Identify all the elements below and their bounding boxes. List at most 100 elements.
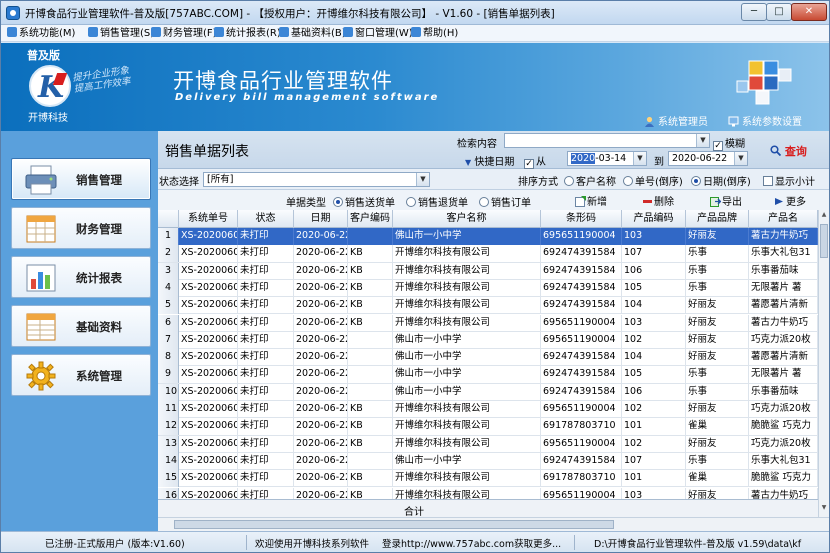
scroll-up-icon[interactable]: ▲: [820, 211, 828, 222]
cell-date: 2020-06-22: [294, 452, 348, 470]
table-row[interactable]: 1XS-202006011未打印2020-06-22 佛山市一小中学6956511…: [158, 228, 818, 246]
sidebar-item-system[interactable]: 系统管理: [11, 354, 151, 396]
sidebar-item-finance[interactable]: 财务管理: [11, 207, 151, 249]
sidebar-item-reports[interactable]: 统计报表: [11, 256, 151, 298]
settings-link[interactable]: 系统参数设置: [728, 113, 802, 128]
cell-date: 2020-06-22: [294, 366, 348, 384]
cell-status: 未打印: [238, 435, 294, 453]
menu-sales[interactable]: 销售管理(S): [88, 26, 154, 41]
fuzzy-checkbox[interactable]: ✓ 模糊: [713, 135, 745, 151]
more-button[interactable]: 更多: [774, 193, 806, 208]
quick-date-selector[interactable]: ▼ 快捷日期: [465, 153, 514, 168]
vertical-scrollbar[interactable]: ▲ ▼: [818, 210, 829, 517]
column-header-date[interactable]: 日期: [294, 210, 348, 228]
cell-product-code: 101: [622, 470, 686, 488]
from-date-picker[interactable]: 2020-03-14 ▼: [567, 151, 647, 166]
doc-type-sales-order[interactable]: 销售订单: [479, 194, 531, 209]
doc-type-sales-return[interactable]: 销售退货单: [406, 194, 468, 209]
sidebar-item-sales[interactable]: 销售管理: [11, 158, 151, 200]
calendar-dropdown-icon[interactable]: ▼: [734, 152, 747, 165]
calendar-dropdown-icon[interactable]: ▼: [633, 152, 646, 165]
menu-finance[interactable]: 财务管理(F): [151, 26, 217, 41]
cell-customer-name: 佛山市一小中学: [393, 452, 541, 470]
menu-reports[interactable]: 统计报表(R): [214, 26, 281, 41]
column-header-customer-code[interactable]: 客户编码: [348, 210, 393, 228]
cell-customer-code: KB: [348, 262, 393, 280]
table-row[interactable]: 12XS-202006005未打印2020-06-22KB开博维尔科技有限公司6…: [158, 418, 818, 436]
column-header-order-number[interactable]: 系统单号: [179, 210, 238, 228]
cell-product-brand: 好丽友: [686, 228, 749, 245]
menu-help[interactable]: 帮助(H): [411, 26, 458, 41]
table-row[interactable]: 4XS-202006005未打印2020-06-22KB开博维尔科技有限公司69…: [158, 279, 818, 298]
menu-system[interactable]: 系统功能(M): [7, 26, 75, 41]
horizontal-scroll-thumb[interactable]: [174, 520, 614, 529]
search-dropdown-icon[interactable]: ▼: [696, 134, 709, 147]
table-row[interactable]: 10XS-202006011未打印2020-06-22 佛山市一小中学692474…: [158, 383, 818, 401]
title-bar[interactable]: 开博食品行业管理软件-普及版[757ABC.COM] - 【授权用户：开博维尔科…: [1, 1, 829, 25]
status-website[interactable]: 登录http://www.757abc.com获取更多...: [382, 536, 562, 550]
vertical-scroll-thumb[interactable]: [820, 224, 828, 258]
table-row[interactable]: 13XS-202006004未打印2020-06-22KB开博维尔科技有限公司6…: [158, 435, 818, 453]
cell-order-number: XS-202006005: [179, 297, 238, 315]
search-input[interactable]: ▼: [504, 133, 710, 148]
maximize-button[interactable]: □: [766, 3, 792, 21]
table-row[interactable]: 2XS-202006005未打印2020-06-22KB开博维尔科技有限公司69…: [158, 245, 818, 263]
doc-type-sales-return-label: 销售退货单: [418, 198, 468, 209]
table-row[interactable]: 11XS-202006005未打印2020-06-22KB开博维尔科技有限公司6…: [158, 401, 818, 419]
cell-product-code: 106: [622, 262, 686, 280]
scroll-down-icon[interactable]: ▼: [820, 504, 828, 515]
table-row[interactable]: 6XS-202006005未打印2020-06-22KB开博维尔科技有限公司69…: [158, 314, 818, 332]
column-header-product-code[interactable]: 产品编码: [622, 210, 686, 228]
new-button[interactable]: 新增: [575, 193, 607, 208]
table-row[interactable]: 7XS-202006011未打印2020-06-22 佛山市一小中学6956511…: [158, 331, 818, 350]
table-row[interactable]: 9XS-202006011未打印2020-06-22 佛山市一小中学6924743…: [158, 366, 818, 384]
cell-order-number: XS-202006005: [179, 279, 238, 297]
show-subtotal-checkbox[interactable]: 显示小计: [763, 173, 815, 188]
table-row[interactable]: 5XS-202006005未打印2020-06-22KB开博维尔科技有限公司69…: [158, 297, 818, 315]
from-date-checkbox-box: ✓: [524, 159, 534, 169]
table-row[interactable]: 8XS-202006011未打印2020-06-22 佛山市一小中学6924743…: [158, 349, 818, 367]
column-header-customer-name[interactable]: 客户名称: [393, 210, 541, 228]
cell-customer-name: 佛山市一小中学: [393, 228, 541, 245]
from-date-checkbox[interactable]: ✓ 从: [524, 153, 546, 169]
cell-row-number: 11: [158, 401, 179, 418]
export-button[interactable]: 导出: [710, 193, 742, 208]
query-button[interactable]: 查询: [770, 143, 807, 159]
sort-option-date[interactable]: 日期(倒序): [691, 173, 751, 188]
to-date-picker[interactable]: 2020-06-22 ▼: [668, 151, 748, 166]
menu-window[interactable]: 窗口管理(W): [343, 26, 413, 41]
column-header-product-name[interactable]: 产品名: [749, 210, 818, 228]
close-button[interactable]: ✕: [791, 3, 827, 21]
minimize-button[interactable]: ─: [741, 3, 767, 21]
sidebar-item-basic-data[interactable]: 基础资料: [11, 305, 151, 347]
cell-customer-name: 开博维尔科技有限公司: [393, 470, 541, 488]
cell-product-name: 乐事番茄味: [749, 383, 818, 401]
status-select[interactable]: [所有] ▼: [203, 172, 430, 187]
cell-product-brand: 乐事: [686, 245, 749, 263]
cell-product-code: 107: [622, 452, 686, 470]
cell-customer-code: KB: [348, 401, 393, 418]
triangle-down-icon: ▼: [465, 158, 472, 167]
cell-product-code: 102: [622, 331, 686, 349]
cell-customer-name: 开博维尔科技有限公司: [393, 314, 541, 332]
sort-option-customer[interactable]: 客户名称: [564, 173, 616, 188]
cube-illustration-icon: [736, 60, 792, 105]
printer-icon: [25, 165, 57, 195]
table-row[interactable]: 14XS-202006011未打印2020-06-22 佛山市一小中学692474…: [158, 452, 818, 471]
logo-text: 开博科技: [28, 113, 68, 124]
doc-type-sales-delivery[interactable]: 销售送货单: [333, 194, 395, 209]
chevron-down-icon[interactable]: ▼: [416, 173, 429, 186]
cell-customer-name: 开博维尔科技有限公司: [393, 418, 541, 436]
column-header-barcode[interactable]: 条形码: [541, 210, 622, 228]
cell-status: 未打印: [238, 349, 294, 367]
table-row[interactable]: 3XS-202006005未打印2020-06-22KB开博维尔科技有限公司69…: [158, 262, 818, 280]
menu-system-label: 系统功能(M): [19, 28, 76, 39]
table-row[interactable]: 15XS-202006004未打印2020-06-22KB开博维尔科技有限公司6…: [158, 470, 818, 488]
column-header-product-brand[interactable]: 产品品牌: [686, 210, 749, 228]
menu-basic-data[interactable]: 基础资料(B): [279, 26, 346, 41]
delete-button[interactable]: 删除: [642, 193, 674, 208]
column-header-status[interactable]: 状态: [238, 210, 294, 228]
horizontal-scrollbar[interactable]: [158, 517, 829, 531]
sort-option-number[interactable]: 单号(倒序): [623, 173, 683, 188]
admin-link[interactable]: 系统管理员: [644, 113, 708, 128]
